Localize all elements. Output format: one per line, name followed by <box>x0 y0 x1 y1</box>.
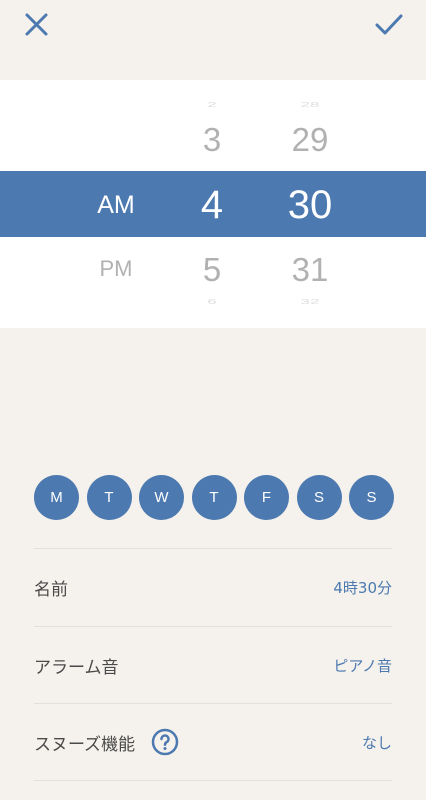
snooze-label-group: スヌーズ機能 <box>34 728 179 756</box>
weekday-selector: M T W T F S S <box>34 475 394 521</box>
ampm-selected[interactable]: AM <box>80 193 152 218</box>
day-wednesday-button[interactable]: W <box>139 475 184 520</box>
help-icon[interactable] <box>151 728 179 756</box>
hour-above[interactable]: 3 <box>186 123 238 156</box>
time-picker[interactable]: AM PM 2 3 4 5 6 28 29 30 31 32 <box>0 80 426 328</box>
day-monday-button[interactable]: M <box>34 475 79 520</box>
day-thursday-button[interactable]: T <box>191 475 237 520</box>
hour-ghost-below[interactable]: 6 <box>186 298 238 306</box>
name-label: 名前 <box>34 579 68 600</box>
hour-selected[interactable]: 4 <box>186 185 238 225</box>
minute-below[interactable]: 31 <box>262 253 358 286</box>
minute-selected[interactable]: 30 <box>262 185 358 225</box>
top-bar <box>0 0 426 80</box>
close-icon[interactable] <box>22 10 52 40</box>
alarm-sound-value: ピアノ音 <box>333 656 392 675</box>
ampm-below[interactable]: PM <box>80 258 152 280</box>
minute-above[interactable]: 29 <box>262 123 358 156</box>
alarm-sound-row[interactable]: アラーム音 ピアノ音 <box>34 627 392 703</box>
day-friday-button[interactable]: F <box>244 475 289 520</box>
snooze-value: なし <box>361 733 392 752</box>
snooze-row[interactable]: スヌーズ機能 なし <box>34 704 392 780</box>
name-row[interactable]: 名前 4時30分 <box>34 549 392 625</box>
minute-ghost-above[interactable]: 28 <box>262 101 358 109</box>
divider <box>34 780 392 781</box>
snooze-label: スヌーズ機能 <box>34 734 136 755</box>
hour-ghost-above[interactable]: 2 <box>186 101 238 109</box>
minute-ghost-below[interactable]: 32 <box>262 298 358 306</box>
alarm-sound-label: アラーム音 <box>34 657 119 678</box>
day-sunday-button[interactable]: S <box>349 475 394 520</box>
hour-below[interactable]: 5 <box>186 253 238 286</box>
day-saturday-button[interactable]: S <box>296 475 342 520</box>
check-icon[interactable] <box>374 10 404 40</box>
name-value: 4時30分 <box>333 578 392 597</box>
day-tuesday-button[interactable]: T <box>86 475 132 520</box>
